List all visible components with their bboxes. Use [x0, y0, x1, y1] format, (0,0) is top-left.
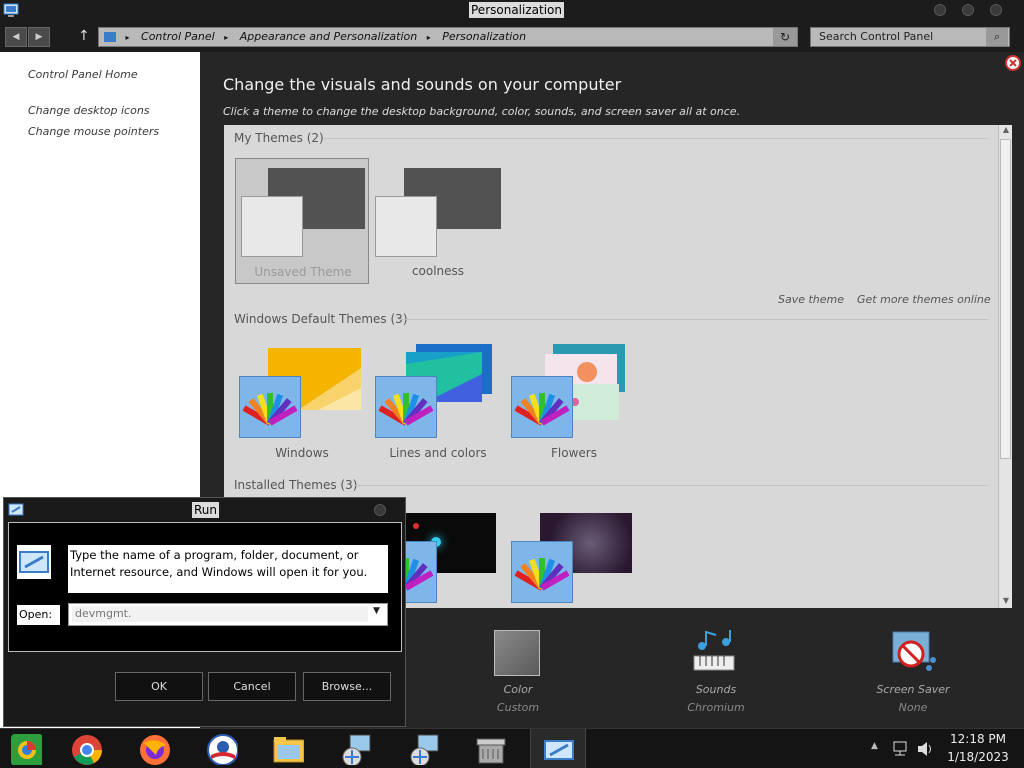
run-icon[interactable]	[542, 733, 574, 765]
open-label: Open:	[17, 605, 60, 625]
run-close-button[interactable]	[374, 504, 386, 516]
change-mouse-pointers-link[interactable]: Change mouse pointers	[28, 125, 159, 138]
sounds-value: Chromium	[687, 701, 745, 714]
theme-swatch	[375, 196, 437, 257]
theme-label: Lines and colors	[389, 446, 487, 460]
divider	[324, 138, 988, 139]
obama-logo-icon[interactable]	[206, 733, 238, 765]
theme-installed-2[interactable]	[507, 505, 641, 608]
browse-button[interactable]: Browse...	[303, 672, 391, 701]
help-icon[interactable]	[1005, 55, 1021, 71]
theme-swatch	[241, 196, 303, 257]
clock-date[interactable]: 1/18/2023	[945, 750, 1011, 764]
theme-label: coolness	[411, 264, 465, 278]
maximize-button[interactable]	[962, 4, 974, 16]
breadcrumb-personalization[interactable]: Personalization	[442, 30, 526, 43]
page-title: Change the visuals and sounds on your co…	[223, 75, 622, 94]
color-fan-icon	[239, 376, 301, 438]
run-program-icon	[17, 545, 51, 579]
save-theme-link[interactable]: Save theme	[778, 293, 844, 306]
sounds-icon	[693, 630, 735, 671]
file-explorer-icon[interactable]	[272, 733, 304, 765]
default-themes-title: Windows Default Themes (3)	[234, 312, 408, 326]
search-icon[interactable]: ⌕	[986, 28, 1008, 46]
network-icon[interactable]	[892, 740, 910, 758]
screen-saver-setting[interactable]: Screen Saver None	[853, 624, 973, 714]
minimize-button[interactable]	[934, 4, 946, 16]
color-fan-icon	[511, 376, 573, 438]
forward-button[interactable]: ▶	[28, 27, 50, 47]
control-panel-small-icon	[104, 32, 116, 42]
breadcrumb-control-panel[interactable]: Control Panel	[141, 30, 215, 43]
control-panel-home-link[interactable]: Control Panel Home	[28, 68, 138, 81]
get-more-themes-link[interactable]: Get more themes online	[857, 293, 991, 306]
color-setting[interactable]: Color Custom	[458, 624, 578, 714]
screen-saver-icon	[892, 631, 936, 671]
address-bar[interactable]: ▸ Control Panel ▸ Appearance and Persona…	[98, 27, 798, 47]
color-label: Color	[503, 683, 533, 696]
close-button[interactable]	[990, 4, 1002, 16]
theme-coolness[interactable]: coolness	[371, 158, 505, 284]
chevron-down-icon[interactable]: ▼	[373, 606, 380, 616]
color-fan-icon	[375, 376, 437, 438]
divider	[398, 319, 988, 320]
page-subtitle: Click a theme to change the desktop back…	[223, 105, 741, 118]
screen-saver-label: Screen Saver	[876, 683, 950, 696]
theme-label: Windows	[275, 446, 329, 460]
color-fan-icon	[511, 541, 573, 603]
open-input[interactable]: devmgmt.	[72, 606, 368, 622]
sounds-label: Sounds	[695, 683, 737, 696]
search-input[interactable]: Search Control Panel	[810, 27, 1010, 47]
network-setup-icon[interactable]	[340, 733, 372, 765]
cancel-button[interactable]: Cancel	[208, 672, 296, 701]
volume-icon[interactable]	[916, 740, 934, 758]
divider	[354, 485, 988, 486]
refresh-icon[interactable]: ↻	[773, 28, 797, 46]
back-button[interactable]: ◀	[5, 27, 27, 47]
change-desktop-icons-link[interactable]: Change desktop icons	[28, 104, 150, 117]
firefox-icon[interactable]	[138, 733, 170, 765]
theme-flowers[interactable]: Flowers	[507, 340, 641, 464]
run-dialog-title: Run	[192, 502, 220, 518]
screen-saver-value: None	[898, 701, 928, 714]
search-placeholder: Search Control Panel	[819, 30, 934, 43]
run-description: Type the name of a program, folder, docu…	[68, 545, 388, 593]
installed-themes-title: Installed Themes (3)	[234, 478, 358, 492]
scroll-thumb[interactable]	[1000, 139, 1011, 459]
run-icon	[8, 503, 24, 516]
theme-label: Flowers	[551, 446, 597, 460]
cash-register-icon[interactable]	[474, 733, 506, 765]
clock-time[interactable]: 12:18 PM	[945, 732, 1011, 746]
breadcrumb-appearance[interactable]: Appearance and Personalization	[240, 30, 418, 43]
window-title: Personalization	[469, 2, 564, 18]
theme-lines-and-colors[interactable]: Lines and colors	[371, 340, 505, 464]
scrollbar[interactable]: ▲ ▼	[998, 125, 1012, 608]
theme-label: Unsaved Theme	[254, 265, 352, 279]
chevron-up-icon[interactable]: ▲	[871, 741, 878, 751]
theme-unsaved[interactable]: Unsaved Theme	[235, 158, 369, 284]
sounds-setting[interactable]: Sounds Chromium	[656, 624, 776, 714]
chrome-color-icon[interactable]	[10, 733, 42, 765]
theme-windows[interactable]: Windows	[235, 340, 369, 464]
color-swatch-icon	[494, 630, 540, 676]
control-panel-icon	[3, 3, 19, 17]
ok-button[interactable]: OK	[115, 672, 203, 701]
my-themes-title: My Themes (2)	[234, 131, 324, 145]
up-arrow-icon[interactable]: ↑	[78, 28, 90, 44]
chrome-icon[interactable]	[70, 733, 102, 765]
color-value: Custom	[496, 701, 540, 714]
network-setup-icon[interactable]	[408, 733, 440, 765]
